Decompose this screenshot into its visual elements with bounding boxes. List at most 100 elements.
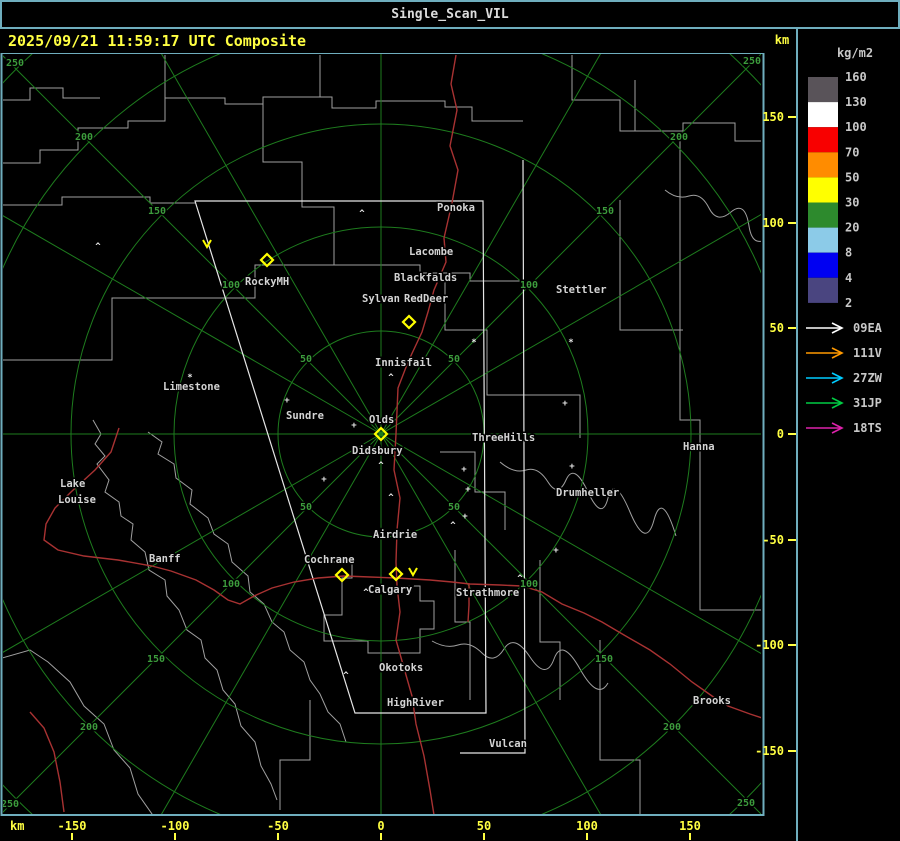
- ring-distance-label: 150: [595, 654, 613, 665]
- bottom-axis-tick-label: -150: [58, 819, 87, 833]
- town-marker: ^: [388, 373, 394, 383]
- bottom-axis-tick-label: -100: [161, 819, 190, 833]
- county-boundary: [147, 431, 347, 743]
- app-window: Single_Scan_VIL 2025/09/21 11:59:17 UTC …: [0, 0, 900, 841]
- colorbar-level-label: 50: [845, 170, 859, 184]
- colorbar-level-label: 100: [845, 120, 867, 134]
- right-axis-tick-label: 0: [777, 427, 784, 441]
- ring-distance-label: 50: [300, 502, 312, 513]
- ring-distance-label: 150: [596, 206, 614, 217]
- town-marker: +: [553, 546, 559, 556]
- title-bar: Single_Scan_VIL: [0, 0, 900, 29]
- colorbar-swatch: [808, 202, 838, 228]
- ring-distance-label: 50: [448, 502, 460, 513]
- radial-line: [380, 433, 601, 814]
- colorbar-level-label: 2: [845, 296, 852, 310]
- city-label: Banff: [149, 553, 181, 565]
- county-boundary: [679, 141, 761, 611]
- bottom-axis-unit: km: [10, 819, 24, 833]
- right-axis-tick-label: 100: [762, 216, 784, 230]
- city-label: Ponoka: [437, 202, 475, 214]
- map-layers: 250 200 150 100 50 250 200 150 100 50 250 200 150 100…: [1, 54, 761, 814]
- town-marker: +: [562, 399, 568, 409]
- city-label: Lake: [60, 478, 85, 490]
- city-label: Olds: [369, 414, 394, 426]
- county-boundary: [431, 640, 609, 690]
- town-marker: ^: [359, 209, 365, 219]
- radar-id-label: 31JP: [853, 396, 882, 410]
- right-axis-tick-label: -100: [755, 638, 784, 652]
- colorbar-swatch: [808, 227, 838, 253]
- ring-distance-label: 150: [148, 206, 166, 217]
- radial-line: [380, 433, 761, 654]
- town-marker: *: [471, 338, 476, 348]
- county-boundary: [571, 55, 761, 142]
- county-boundary: [444, 281, 581, 438]
- colorbar-swatch: [808, 277, 838, 303]
- colorbar-swatch: [808, 177, 838, 203]
- ring-distance-label: 250: [6, 58, 24, 69]
- town-marker: *: [568, 338, 573, 348]
- county-boundary: [3, 87, 100, 101]
- city-label: Strathmore: [456, 587, 519, 599]
- city-label: Hanna: [683, 441, 715, 453]
- town-marker: *: [187, 373, 192, 383]
- ring-distance-label: 100: [222, 579, 240, 590]
- ring-distance-label: 200: [670, 132, 688, 143]
- city-label: Stettler: [556, 284, 607, 296]
- city-label: ThreeHills: [472, 432, 535, 444]
- town-marker: ^: [343, 671, 349, 681]
- radar-site-marker: [401, 314, 417, 330]
- town-marker: ^: [388, 493, 394, 503]
- ring-distance-label: 100: [520, 280, 538, 291]
- highway: [29, 711, 65, 813]
- v-marker: [408, 567, 418, 578]
- city-label: Vulcan: [489, 738, 527, 750]
- ring-distance-label: 250: [1, 799, 19, 810]
- county-boundary: [454, 550, 471, 700]
- scan-timestamp: 2025/09/21 11:59:17 UTC Composite: [8, 32, 307, 50]
- right-axis-unit: km: [775, 33, 789, 47]
- colorbar-level-label: 8: [845, 246, 852, 260]
- radar-id-label: 111V: [853, 346, 882, 360]
- town-marker: ^: [95, 242, 101, 252]
- radial-line: [161, 54, 382, 435]
- radial-line: [380, 54, 761, 435]
- town-marker: ^: [378, 461, 384, 471]
- right-axis-tick-label: 150: [762, 110, 784, 124]
- ring-distance-label: 200: [80, 722, 98, 733]
- colorbar-level-label: 70: [845, 145, 859, 159]
- ring-distance-label: 250: [737, 798, 755, 809]
- right-axis-tick-label: -150: [755, 744, 784, 758]
- right-axis-tick-label: -50: [762, 533, 784, 547]
- town-marker: +: [462, 512, 468, 522]
- city-label: HighRiver: [387, 697, 444, 709]
- city-label: Innisfail: [375, 357, 432, 369]
- ring-distance-label: 50: [448, 354, 460, 365]
- colorbar-swatch: [808, 127, 838, 153]
- city-label: Sylvan: [362, 293, 400, 305]
- range-ring: [3, 54, 761, 814]
- town-marker: ^: [517, 574, 523, 584]
- colorbar-swatch: [808, 252, 838, 278]
- radar-id-label: 27ZW: [853, 371, 883, 385]
- colorbar-swatch: [808, 77, 838, 103]
- county-boundary: [92, 419, 278, 801]
- bottom-axis-tick-label: -50: [267, 819, 289, 833]
- colorbar-level-label: 30: [845, 196, 859, 210]
- county-boundary: [499, 461, 677, 537]
- city-label: RockyMH: [245, 276, 289, 288]
- county-boundary: [440, 451, 506, 530]
- radar-display-canvas[interactable]: 2502001501005025020015010050250200150100…: [0, 0, 900, 841]
- bottom-axis-tick-label: 100: [576, 819, 598, 833]
- radial-line: [3, 55, 382, 435]
- colorbar-level-label: 130: [845, 95, 867, 109]
- bottom-axis-tick-label: 50: [477, 819, 491, 833]
- city-label: Brooks: [693, 695, 731, 707]
- county-boundary: [539, 560, 561, 700]
- city-label: Didsbury: [352, 445, 403, 457]
- colorbar-level-label: 160: [845, 70, 867, 84]
- city-label: Cochrane: [304, 554, 355, 566]
- town-marker: +: [284, 396, 290, 406]
- county-boundary: [3, 196, 196, 206]
